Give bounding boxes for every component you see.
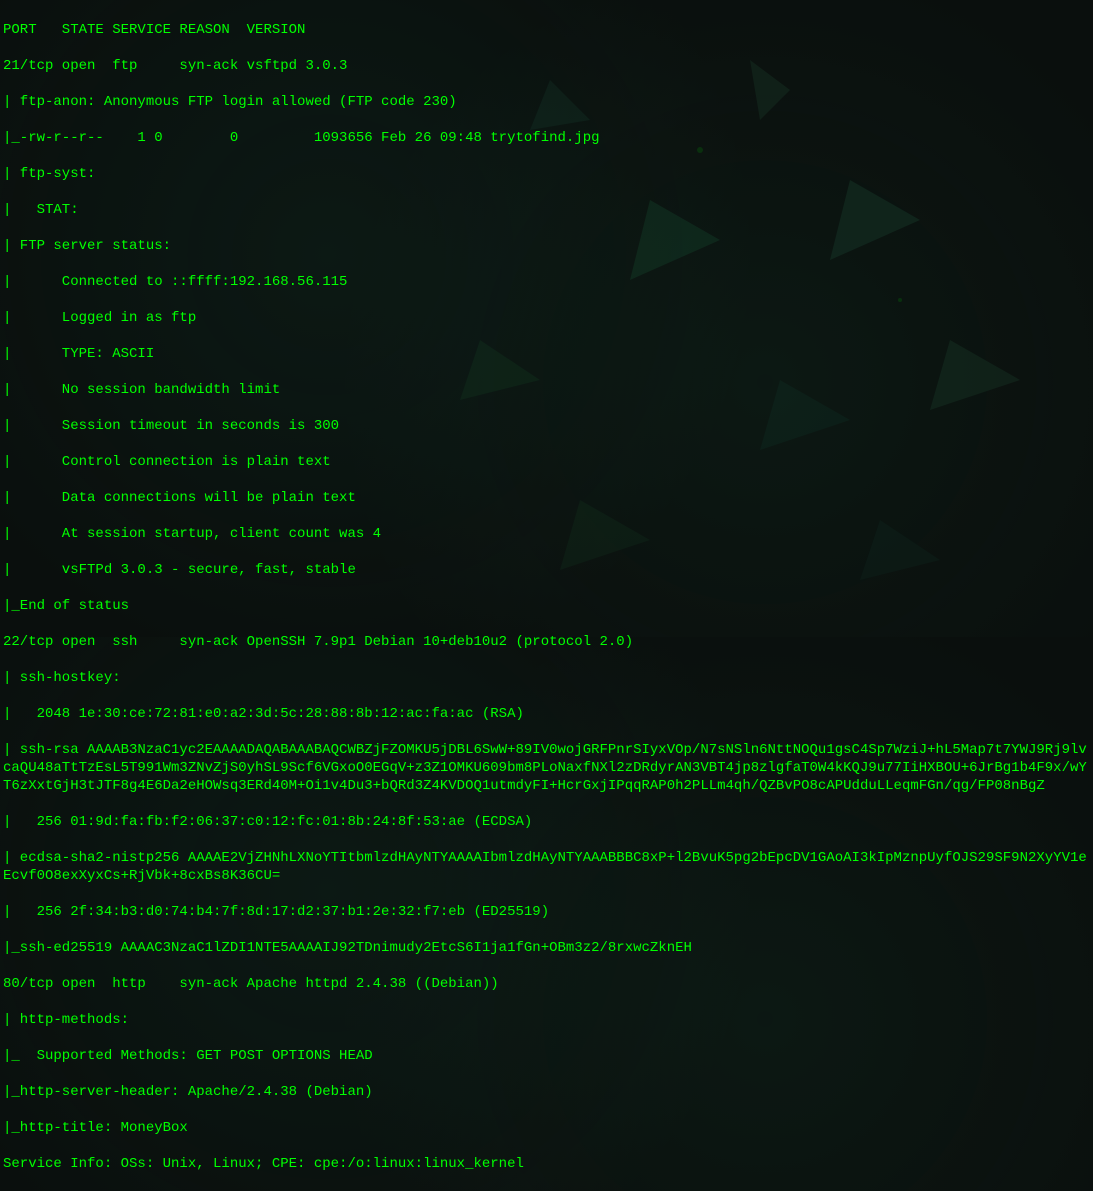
- ssh-ecdsa-key: | ecdsa-sha2-nistp256 AAAAE2VjZHNhLXNoYT…: [3, 849, 1093, 885]
- ssh-hostkey: | ssh-hostkey:: [3, 669, 1093, 687]
- port-21-header: 21/tcp open ftp syn-ack vsftpd 3.0.3: [3, 57, 1093, 75]
- ftp-anon: | ftp-anon: Anonymous FTP login allowed …: [3, 93, 1093, 111]
- ftp-status-connected: | Connected to ::ffff:192.168.56.115: [3, 273, 1093, 291]
- http-methods: | http-methods:: [3, 1011, 1093, 1029]
- ssh-rsa-fingerprint: | 2048 1e:30:ce:72:81:e0:a2:3d:5c:28:88:…: [3, 705, 1093, 723]
- ftp-status-data: | Data connections will be plain text: [3, 489, 1093, 507]
- ftp-status-header: | FTP server status:: [3, 237, 1093, 255]
- ssh-ed25519-key: |_ssh-ed25519 AAAAC3NzaC1lZDI1NTE5AAAAIJ…: [3, 939, 1093, 957]
- ftp-file-listing: |_-rw-r--r-- 1 0 0 1093656 Feb 26 09:48 …: [3, 129, 1093, 147]
- ftp-status-type: | TYPE: ASCII: [3, 345, 1093, 363]
- ssh-rsa-key: | ssh-rsa AAAAB3NzaC1yc2EAAAADAQABAAABAQ…: [3, 741, 1093, 795]
- ftp-status-timeout: | Session timeout in seconds is 300: [3, 417, 1093, 435]
- http-title: |_http-title: MoneyBox: [3, 1119, 1093, 1137]
- column-header: PORT STATE SERVICE REASON VERSION: [3, 21, 1093, 39]
- terminal-output: PORT STATE SERVICE REASON VERSION 21/tcp…: [3, 3, 1093, 1191]
- ftp-status-clients: | At session startup, client count was 4: [3, 525, 1093, 543]
- port-80-header: 80/tcp open http syn-ack Apache httpd 2.…: [3, 975, 1093, 993]
- ftp-status-bandwidth: | No session bandwidth limit: [3, 381, 1093, 399]
- ssh-ed25519-fingerprint: | 256 2f:34:b3:d0:74:b4:7f:8d:17:d2:37:b…: [3, 903, 1093, 921]
- ftp-status-control: | Control connection is plain text: [3, 453, 1093, 471]
- port-22-header: 22/tcp open ssh syn-ack OpenSSH 7.9p1 De…: [3, 633, 1093, 651]
- ssh-ecdsa-fingerprint: | 256 01:9d:fa:fb:f2:06:37:c0:12:fc:01:8…: [3, 813, 1093, 831]
- ftp-status-end: |_End of status: [3, 597, 1093, 615]
- ftp-status-version: | vsFTPd 3.0.3 - secure, fast, stable: [3, 561, 1093, 579]
- service-info: Service Info: OSs: Unix, Linux; CPE: cpe…: [3, 1155, 1093, 1173]
- http-supported-methods: |_ Supported Methods: GET POST OPTIONS H…: [3, 1047, 1093, 1065]
- ftp-syst: | ftp-syst:: [3, 165, 1093, 183]
- ftp-status-logged: | Logged in as ftp: [3, 309, 1093, 327]
- http-server-header: |_http-server-header: Apache/2.4.38 (Deb…: [3, 1083, 1093, 1101]
- ftp-stat: | STAT:: [3, 201, 1093, 219]
